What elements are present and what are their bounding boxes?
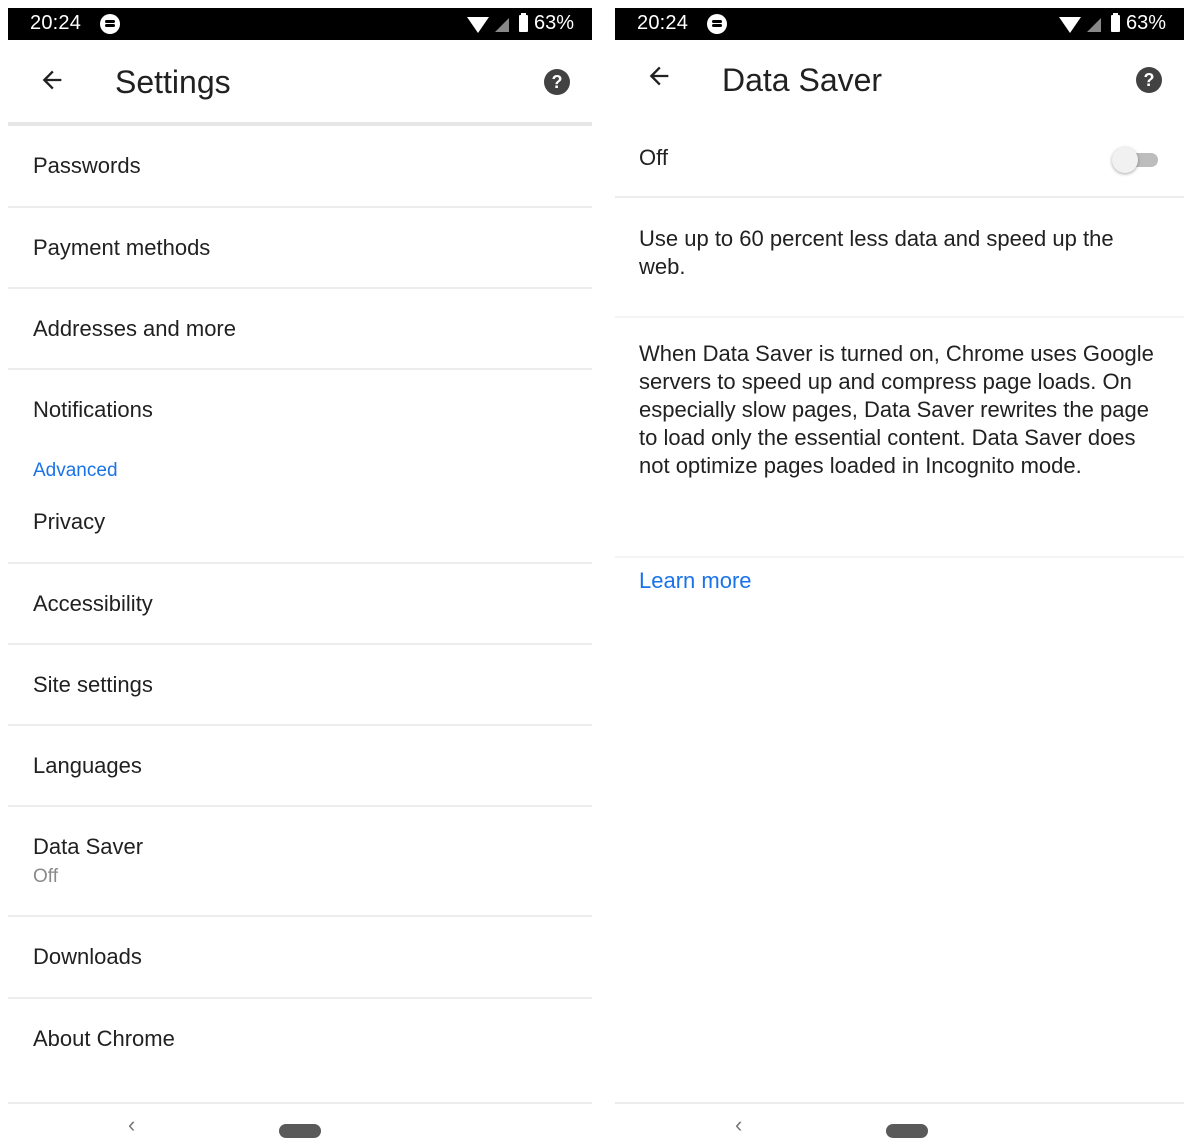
app-toolbar: Data Saver ?	[615, 40, 1184, 120]
switch-thumb	[1112, 147, 1138, 173]
page-title: Data Saver	[722, 62, 883, 98]
nav-back-icon[interactable]: ‹	[735, 1112, 742, 1138]
system-nav-bar: ‹	[615, 1102, 1184, 1144]
status-bar: 20:24 63%	[615, 8, 1184, 40]
nav-home-pill[interactable]	[886, 1124, 928, 1138]
section-header-advanced: Advanced	[33, 460, 118, 481]
wifi-icon	[466, 16, 489, 33]
settings-item-languages[interactable]: Languages	[8, 726, 592, 807]
settings-item-addresses[interactable]: Addresses and more	[8, 289, 592, 370]
nav-home-pill[interactable]	[279, 1124, 321, 1138]
system-nav-bar: ‹	[8, 1102, 592, 1144]
back-arrow-icon[interactable]	[38, 66, 66, 94]
spotify-icon	[707, 14, 727, 34]
settings-item-label: Downloads	[33, 944, 142, 969]
settings-item-label: Privacy	[33, 509, 106, 534]
settings-item-about-chrome[interactable]: About Chrome	[8, 999, 592, 1079]
signal-icon	[1086, 17, 1101, 32]
status-bar: 20:24 63%	[8, 8, 592, 40]
settings-item-label: Payment methods	[33, 234, 211, 260]
settings-screen: 20:24 63% Settings ? Passwords Payment m…	[8, 8, 592, 1144]
summary-text: Use up to 60 percent less data and speed…	[639, 226, 1114, 279]
spotify-icon	[100, 14, 120, 34]
settings-item-label: Data Saver	[33, 834, 144, 859]
settings-item-notifications[interactable]: Notifications	[8, 370, 592, 450]
status-time: 20:24	[30, 12, 82, 34]
settings-item-passwords[interactable]: Passwords	[8, 126, 592, 208]
description-block: When Data Saver is turned on, Chrome use…	[615, 318, 1184, 558]
description-text: When Data Saver is turned on, Chrome use…	[639, 341, 1154, 478]
help-icon[interactable]: ?	[1136, 67, 1162, 93]
battery-icon	[518, 13, 528, 32]
data-saver-switch[interactable]	[1112, 147, 1158, 173]
settings-item-label: Addresses and more	[33, 315, 236, 341]
back-arrow-icon[interactable]	[645, 62, 673, 90]
help-icon[interactable]: ?	[544, 69, 570, 95]
signal-icon	[494, 17, 509, 32]
settings-item-label: Accessibility	[33, 590, 153, 616]
battery-icon	[1110, 13, 1120, 32]
settings-item-status: Off	[33, 866, 58, 887]
settings-item-site-settings[interactable]: Site settings	[8, 645, 592, 726]
battery-level: 63%	[1125, 12, 1166, 34]
battery-level: 63%	[533, 12, 574, 34]
learn-more-link[interactable]: Learn more	[615, 568, 752, 593]
data-saver-toggle-row[interactable]: Off	[615, 120, 1184, 198]
settings-item-accessibility[interactable]: Accessibility	[8, 564, 592, 645]
page-title: Settings	[115, 64, 231, 100]
settings-item-privacy[interactable]: Privacy	[8, 482, 592, 564]
settings-item-payment-methods[interactable]: Payment methods	[8, 208, 592, 289]
nav-back-icon[interactable]: ‹	[128, 1112, 135, 1138]
settings-item-label: Languages	[33, 752, 142, 778]
learn-more-block: Learn more	[615, 558, 1184, 604]
data-saver-screen: 20:24 63% Data Saver ? Off Use up to 60 …	[615, 8, 1184, 1144]
status-time: 20:24	[637, 12, 689, 34]
settings-item-data-saver[interactable]: Data Saver Off	[8, 807, 592, 917]
settings-item-label: Passwords	[33, 153, 141, 178]
toggle-label: Off	[639, 145, 668, 170]
app-toolbar: Settings ?	[8, 40, 592, 126]
settings-item-label: Notifications	[33, 397, 153, 422]
settings-item-label: About Chrome	[33, 1026, 175, 1051]
settings-item-label: Site settings	[33, 671, 153, 697]
settings-item-downloads[interactable]: Downloads	[8, 917, 592, 999]
wifi-icon	[1058, 16, 1081, 33]
summary-block: Use up to 60 percent less data and speed…	[615, 198, 1184, 318]
